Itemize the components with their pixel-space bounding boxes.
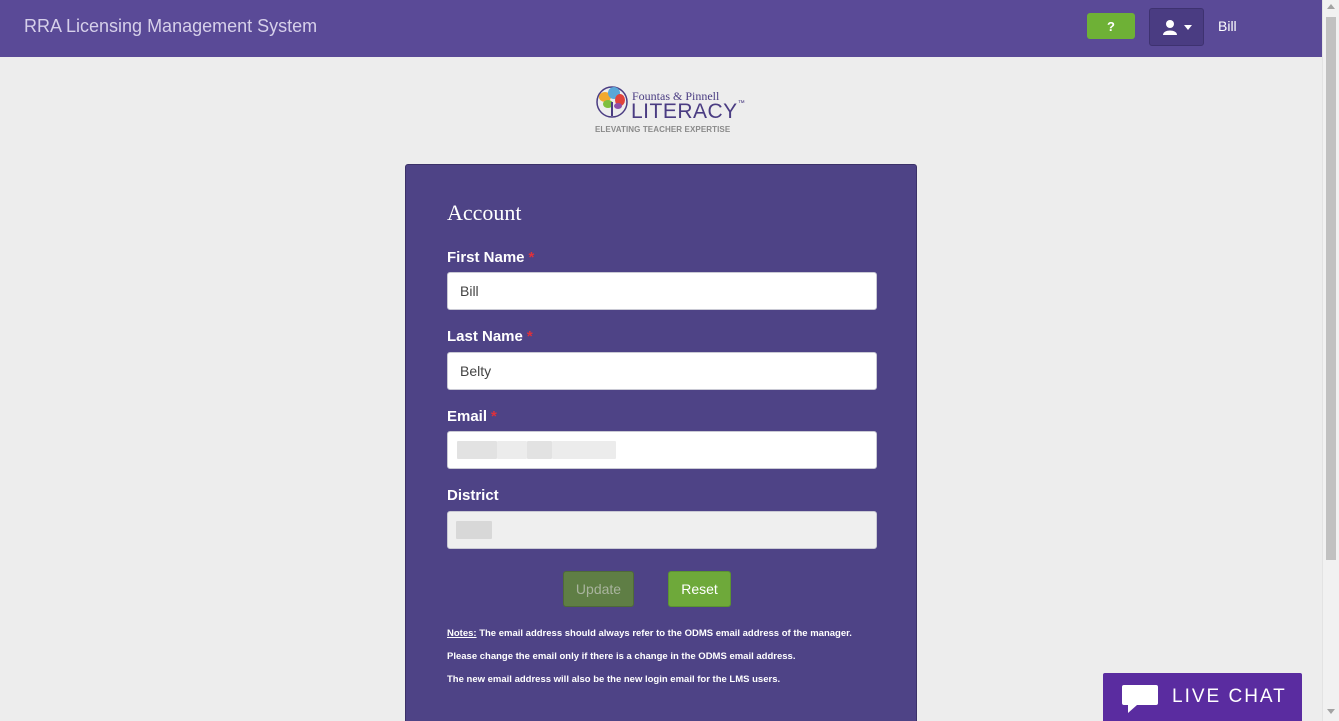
redacted-text <box>456 521 492 539</box>
top-navbar: RRA Licensing Management System ? Bill <box>0 0 1322 57</box>
reset-button[interactable]: Reset <box>668 571 731 607</box>
help-button[interactable]: ? <box>1087 13 1135 39</box>
page-scrollbar[interactable] <box>1322 0 1339 721</box>
user-icon <box>1162 20 1177 35</box>
tree-logo-icon <box>596 86 628 118</box>
email-input[interactable] <box>447 431 877 469</box>
user-menu-button[interactable] <box>1149 8 1204 46</box>
redacted-text <box>527 441 552 459</box>
district-input <box>447 511 877 549</box>
first-name-input[interactable] <box>447 272 877 310</box>
user-name: Bill <box>1218 18 1237 34</box>
live-chat-label: LIVE CHAT <box>1172 686 1287 707</box>
required-marker: * <box>526 328 533 345</box>
card-title: Account <box>447 200 522 225</box>
email-label: Email * <box>447 408 497 425</box>
first-name-label: First Name * <box>447 249 535 266</box>
notes-line-2: Please change the email only if there is… <box>447 651 796 662</box>
scroll-thumb[interactable] <box>1326 17 1336 560</box>
live-chat-button[interactable]: LIVE CHAT <box>1103 673 1302 721</box>
redacted-text <box>497 441 527 459</box>
logo-brand-main: LITERACY™ <box>631 100 746 123</box>
redacted-text <box>552 441 616 459</box>
scroll-up-icon[interactable] <box>1327 4 1335 9</box>
chat-bubble-icon <box>1122 685 1158 713</box>
last-name-label: Last Name * <box>447 328 533 345</box>
notes-line-1: Notes: The email address should always r… <box>447 628 852 639</box>
fountas-pinnell-logo: Fountas & Pinnell LITERACY™ ELEVATING TE… <box>594 84 745 138</box>
required-marker: * <box>528 249 535 266</box>
redacted-text <box>457 441 497 459</box>
update-button[interactable]: Update <box>563 571 634 607</box>
caret-down-icon <box>1183 24 1192 30</box>
app-title[interactable]: RRA Licensing Management System <box>24 16 317 37</box>
logo-tagline: ELEVATING TEACHER EXPERTISE <box>595 125 731 134</box>
last-name-input[interactable] <box>447 352 877 390</box>
required-marker: * <box>491 408 497 425</box>
notes-line-3: The new email address will also be the n… <box>447 674 781 685</box>
account-card: Account First Name* Last Name* Email* Di… <box>405 164 917 721</box>
scroll-down-icon[interactable] <box>1327 709 1335 714</box>
district-label: District <box>447 487 499 504</box>
